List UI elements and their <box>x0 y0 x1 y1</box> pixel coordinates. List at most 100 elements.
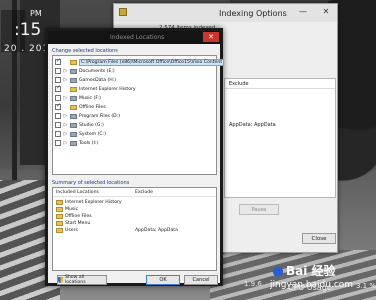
indexing-options-title: Indexing Options <box>219 9 287 18</box>
drive-icon <box>70 131 77 137</box>
tree-expander-icon[interactable]: ▷ <box>63 122 68 128</box>
cpu-usage-label: CPU Usage: <box>288 283 335 292</box>
tree-checkbox[interactable] <box>55 140 61 146</box>
drive-icon <box>70 113 77 119</box>
tree-expander-icon[interactable]: ▷ <box>63 95 68 101</box>
folder-icon <box>56 200 63 205</box>
show-all-locations-button[interactable]: Show all locations <box>57 275 107 285</box>
clock-date: 20 . 201 <box>4 44 50 54</box>
tree-item[interactable]: ▷ Tools (I:) <box>55 139 98 147</box>
close-label: Close <box>311 235 327 242</box>
minimize-icon[interactable]: — <box>292 4 314 18</box>
folder-icon <box>56 214 63 219</box>
tree-checkbox[interactable] <box>55 84 61 92</box>
indexed-locations-list[interactable]: Exclude AppData; AppData <box>224 78 336 198</box>
exclude-column-header: Exclude <box>225 79 335 89</box>
tree-expander-icon[interactable]: ▷ <box>63 131 68 137</box>
tree-item[interactable]: C:\Program Files (x86)\Microsoft Office\… <box>55 57 225 66</box>
pause-button[interactable]: Pause <box>239 204 279 215</box>
clock-ampm: PM <box>30 9 42 18</box>
summary-row[interactable]: Start Menu <box>56 220 90 227</box>
drive-icon <box>70 95 77 101</box>
folder-icon <box>56 228 63 233</box>
watermark-brand: Bai 经验 <box>286 264 336 278</box>
tree-item-label: C:\Program Files (x86)\Microsoft Office\… <box>79 58 225 66</box>
tree-item-label: Offline Files <box>79 104 106 110</box>
tree-item[interactable]: ▷ System (C:) <box>55 130 106 138</box>
folder-icon <box>56 207 63 212</box>
tree-item[interactable]: ▷ Studio (G:) <box>55 121 104 129</box>
tree-item[interactable]: ▷ Documents (E:) <box>55 67 115 75</box>
ok-button[interactable]: OK <box>146 275 180 285</box>
drive-icon <box>70 140 77 146</box>
tree-checkbox[interactable] <box>55 68 61 74</box>
summary-row-label: Internet Explorer History <box>65 200 122 205</box>
ok-label: OK <box>159 277 167 283</box>
tree-item[interactable]: ▷ Music (F:) <box>55 94 101 102</box>
tree-item-label: Studio (G:) <box>79 122 104 128</box>
baidu-paw-icon <box>270 262 286 278</box>
summary-row[interactable]: Offline Files <box>56 213 92 220</box>
exclude-value: AppData; AppData <box>229 122 276 128</box>
folder-icon <box>70 104 77 110</box>
summary-row-label: Music <box>65 207 79 212</box>
cancel-button[interactable]: Cancel <box>184 275 218 285</box>
tree-checkbox[interactable] <box>55 131 61 137</box>
folder-icon <box>70 86 77 92</box>
dialog-close-icon[interactable]: ✕ <box>203 32 219 42</box>
summary-row-label: Start Menu <box>65 221 91 226</box>
tree-expander-icon[interactable]: ▷ <box>63 77 68 83</box>
tree-item-label: Music (F:) <box>79 95 101 101</box>
tree-expander-icon[interactable]: ▷ <box>63 68 68 74</box>
summary-row-label: Users <box>65 228 78 233</box>
tree-checkbox[interactable] <box>55 95 61 101</box>
tree-item-label: Documents (E:) <box>79 68 115 74</box>
folder-icon <box>70 59 77 65</box>
drive-icon <box>70 68 77 74</box>
included-locations-column-header[interactable]: Included Locations <box>56 190 99 195</box>
folder-icon <box>56 221 63 226</box>
tree-checkbox[interactable] <box>55 122 61 128</box>
tree-item-label: Tools (I:) <box>79 140 99 146</box>
summary-row[interactable]: Users <box>56 227 78 234</box>
summary-row[interactable]: Music <box>56 206 78 213</box>
summary-row-exclude: AppData; AppData <box>135 228 178 233</box>
pause-label: Pause <box>251 206 267 213</box>
tree-item[interactable]: Internet Explorer History <box>55 84 136 93</box>
indexing-app-icon <box>119 8 127 16</box>
tree-item[interactable]: ▷ Program Files (D:) <box>55 112 120 120</box>
change-locations-heading: Change selected locations <box>52 48 118 54</box>
summary-row[interactable]: Internet Explorer History <box>56 199 122 206</box>
indexing-options-titlebar[interactable]: Indexing Options — ✕ <box>114 4 337 22</box>
uac-shield-icon <box>58 277 63 283</box>
dialog-title: Indexed Locations <box>110 34 165 41</box>
clock-time: :15 <box>14 20 42 40</box>
tree-checkbox[interactable] <box>55 113 61 119</box>
tree-checkbox[interactable] <box>55 102 61 110</box>
tree-checkbox[interactable] <box>55 77 61 83</box>
summary-list[interactable]: Included Locations Exclude Internet Expl… <box>52 187 217 271</box>
cpu-usage-value: 3.1 % <box>356 282 376 290</box>
tree-item[interactable]: Offline Files <box>55 102 106 111</box>
drive-icon <box>70 77 77 83</box>
tree-item-label: System (C:) <box>79 131 106 137</box>
close-button[interactable]: Close <box>302 233 336 244</box>
tree-item-label: Program Files (D:) <box>79 113 121 119</box>
exclude-column-header[interactable]: Exclude <box>135 190 153 195</box>
baidu-watermark: Bai 经验 jingyan.baidu.com <box>270 262 376 300</box>
cancel-label: Cancel <box>192 277 210 283</box>
indexed-locations-dialog: Indexed Locations ✕ Change selected loca… <box>45 28 225 286</box>
location-tree[interactable]: C:\Program Files (x86)\Microsoft Office\… <box>52 55 225 175</box>
tree-expander-icon[interactable]: ▷ <box>63 113 68 119</box>
tree-item[interactable]: ▷ GamesData (H:) <box>55 76 116 84</box>
tree-item-label: Internet Explorer History <box>79 86 136 92</box>
drive-icon <box>70 122 77 128</box>
summary-row-label: Offline Files <box>65 214 92 219</box>
tree-item-label: GamesData (H:) <box>79 77 117 83</box>
summary-header: Included Locations Exclude <box>53 188 216 197</box>
close-icon[interactable]: ✕ <box>315 4 337 18</box>
indexed-locations-titlebar[interactable]: Indexed Locations ✕ <box>48 31 220 44</box>
tree-expander-icon[interactable]: ▷ <box>63 140 68 146</box>
tree-checkbox[interactable] <box>55 57 61 65</box>
cpu-gadget-version: 1.9.6 <box>244 280 262 288</box>
